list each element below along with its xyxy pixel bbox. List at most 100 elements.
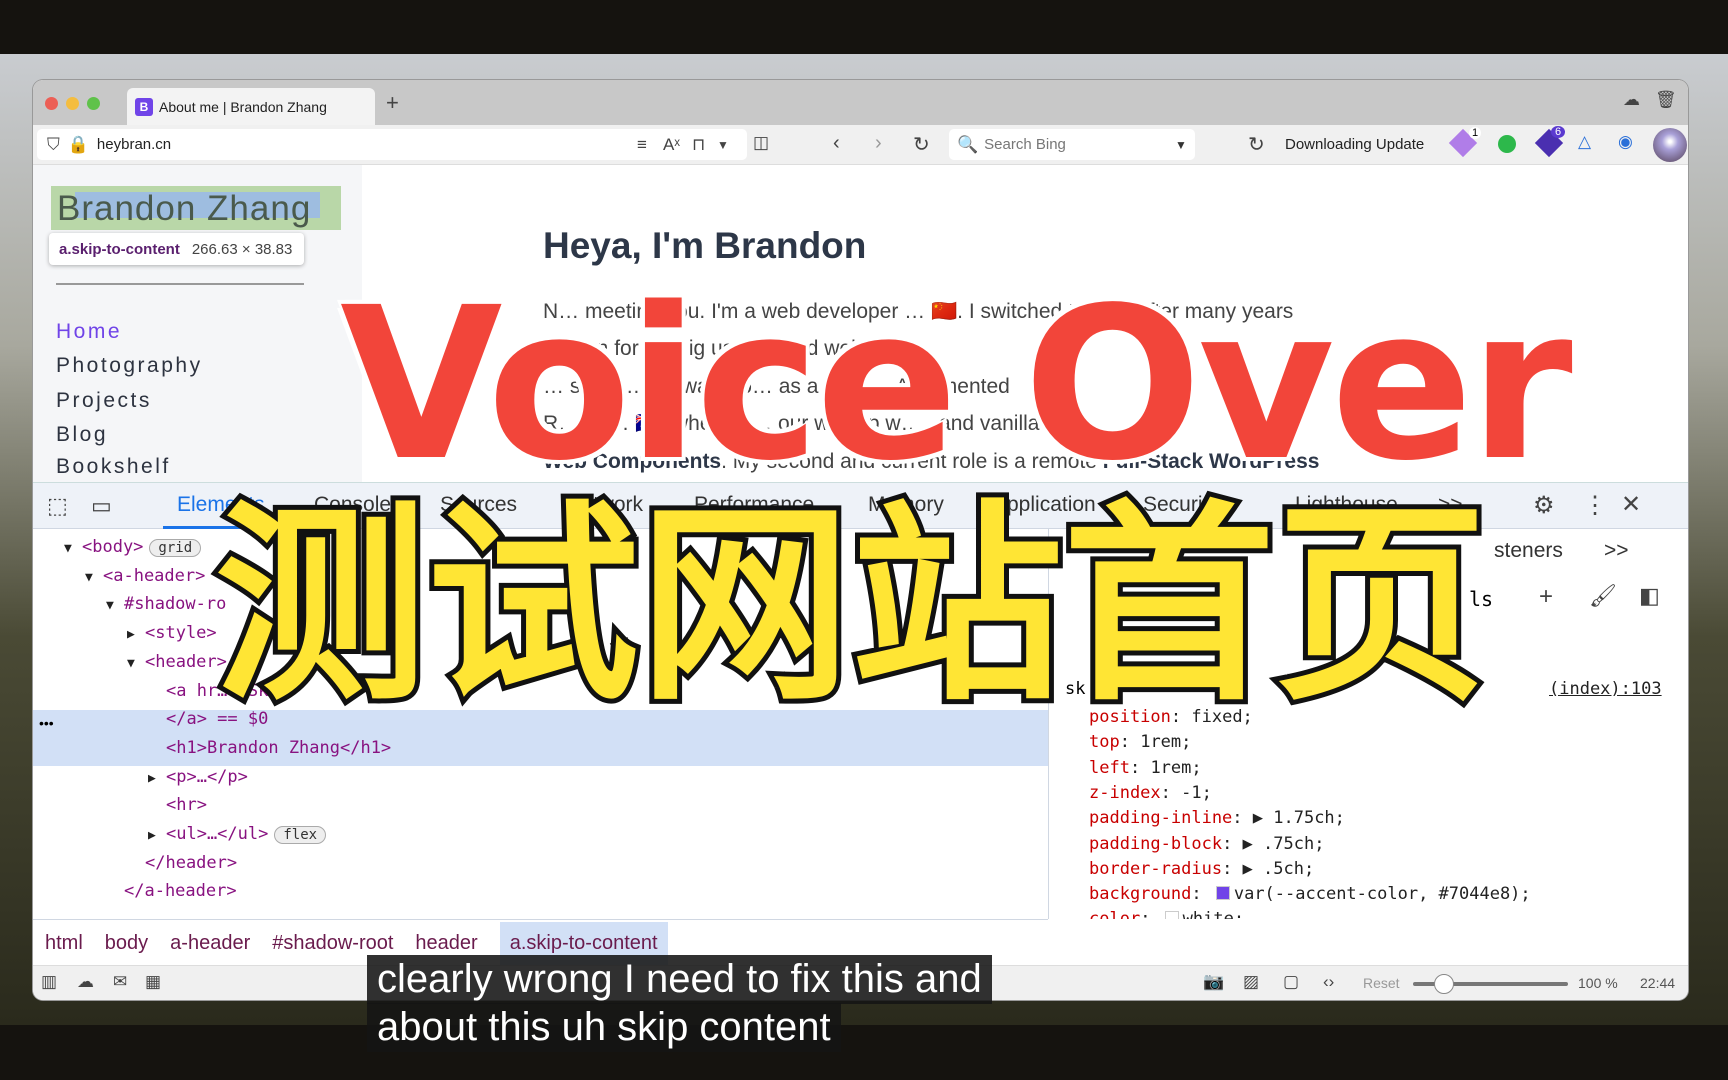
property-value[interactable]: var(--accent-color, #7044e8); bbox=[1234, 884, 1531, 904]
expand-arrow-icon[interactable]: ▼ bbox=[85, 570, 103, 585]
device-toolbar-icon[interactable]: ▭ bbox=[91, 493, 112, 519]
zoom-reset-button[interactable]: Reset bbox=[1363, 975, 1400, 991]
sidebar-icon[interactable]: ▥ bbox=[41, 972, 57, 992]
trash-icon[interactable]: 🗑 bbox=[1655, 90, 1677, 110]
code-icon[interactable]: ‹› bbox=[1323, 972, 1334, 992]
site-name[interactable]: Brandon Zhang bbox=[57, 189, 311, 229]
expand-arrow-icon[interactable]: ▼ bbox=[64, 541, 82, 556]
expand-arrow-icon[interactable]: ▶ bbox=[148, 771, 166, 786]
property-value[interactable]: ▶ .5ch; bbox=[1243, 859, 1315, 879]
tiling-icon[interactable]: ▢ bbox=[1283, 972, 1299, 992]
nav-home[interactable]: Home bbox=[56, 320, 122, 344]
cloud-icon[interactable]: ☁ bbox=[77, 972, 94, 992]
zoom-level: 100 % bbox=[1578, 975, 1618, 991]
avatar[interactable] bbox=[1653, 128, 1687, 162]
zoom-slider-handle[interactable] bbox=[1434, 974, 1454, 994]
expand-arrow-icon[interactable]: ▼ bbox=[106, 598, 124, 613]
expand-arrow-icon[interactable]: ▼ bbox=[127, 656, 145, 671]
close-window-button[interactable] bbox=[45, 97, 58, 110]
dom-node[interactable]: ▶ <p>…</p> bbox=[33, 767, 1048, 795]
more-options-icon[interactable]: ⋮ bbox=[1583, 491, 1607, 520]
node-markup: <ul>…</ul> bbox=[166, 824, 269, 844]
sidebar-toggle-icon[interactable]: ◫ bbox=[753, 133, 769, 153]
style-declaration[interactable]: border-radius: ▶ .5ch; bbox=[1089, 859, 1314, 879]
property-value[interactable]: ▶ .75ch; bbox=[1243, 834, 1325, 854]
nav-bookshelf[interactable]: Bookshelf bbox=[56, 455, 171, 479]
breadcrumb-item[interactable]: body bbox=[105, 932, 148, 955]
reload-icon[interactable]: ↻ bbox=[913, 132, 930, 157]
nav-photography[interactable]: Photography bbox=[56, 354, 203, 378]
breadcrumb-item[interactable]: #shadow-root bbox=[272, 932, 393, 955]
back-icon[interactable]: ‹ bbox=[833, 132, 840, 155]
expand-arrow-icon[interactable]: ▶ bbox=[127, 627, 145, 642]
translate-icon[interactable]: Aˣ bbox=[663, 135, 680, 155]
property-value[interactable]: ▶ 1.75ch; bbox=[1253, 808, 1345, 828]
node-markup: <hr> bbox=[166, 795, 207, 816]
chevron-down-icon[interactable]: ▼ bbox=[717, 138, 729, 152]
url-text: heybran.cn bbox=[96, 136, 172, 153]
breadcrumb-item[interactable]: header bbox=[415, 932, 477, 955]
paint-brush-icon[interactable]: 🖌 bbox=[1589, 583, 1617, 609]
expand-arrow-icon[interactable]: ▶ bbox=[148, 828, 166, 843]
style-declaration[interactable]: padding-inline: ▶ 1.75ch; bbox=[1089, 808, 1345, 828]
dom-node[interactable]: ▶ <ul>…</ul> flex bbox=[33, 824, 1048, 852]
triangle-extension-icon[interactable]: △ bbox=[1578, 132, 1591, 152]
mail-icon[interactable]: ✉ bbox=[113, 972, 127, 992]
colon: : bbox=[1222, 858, 1243, 879]
dom-node[interactable]: </a-header> bbox=[33, 881, 1048, 909]
new-rule-icon[interactable]: + bbox=[1539, 583, 1553, 611]
tab-bar: B About me | Brandon Zhang + ☁ 🗑 bbox=[33, 80, 1688, 125]
property-value[interactable]: white; bbox=[1183, 909, 1244, 919]
image-icon[interactable]: ▨ bbox=[1243, 972, 1259, 992]
screenshot-icon[interactable]: 📷 bbox=[1203, 972, 1224, 992]
style-declaration[interactable]: padding-block: ▶ .75ch; bbox=[1089, 834, 1324, 854]
color-swatch[interactable] bbox=[1215, 886, 1230, 901]
tab-event-listeners[interactable]: steners bbox=[1494, 539, 1563, 563]
layout-badge[interactable]: grid bbox=[149, 539, 202, 557]
tooltip-selector: a.skip-to-content bbox=[59, 240, 180, 258]
colon: : bbox=[1119, 732, 1141, 753]
property-name: z-index bbox=[1089, 782, 1161, 803]
property-value[interactable]: 1rem; bbox=[1150, 758, 1201, 778]
style-declaration[interactable]: color: white; bbox=[1089, 909, 1244, 919]
tab-about-me[interactable]: B About me | Brandon Zhang bbox=[127, 88, 375, 125]
dom-node[interactable]: <hr> bbox=[33, 795, 1048, 823]
style-declaration[interactable]: z-index: -1; bbox=[1089, 783, 1212, 803]
chevron-down-icon[interactable]: ▼ bbox=[1175, 138, 1187, 152]
colon: : bbox=[1129, 757, 1151, 778]
nav-projects[interactable]: Projects bbox=[56, 389, 152, 413]
search-input[interactable]: 🔍 Search Bing ▼ bbox=[949, 129, 1195, 160]
dom-node[interactable]: </header> bbox=[33, 853, 1048, 881]
property-value[interactable]: -1; bbox=[1181, 783, 1212, 803]
colon: : bbox=[1222, 833, 1243, 854]
breadcrumb-item[interactable]: a-header bbox=[170, 932, 250, 955]
nav-blog[interactable]: Blog bbox=[56, 423, 108, 447]
more-tabs-button[interactable]: >> bbox=[1604, 539, 1629, 563]
layout-badge[interactable]: flex bbox=[274, 826, 327, 844]
bookmark-icon[interactable]: ⊓ bbox=[692, 135, 705, 155]
zoom-slider[interactable] bbox=[1413, 974, 1568, 994]
dom-node[interactable]: <h1>Brandon Zhang</h1> bbox=[33, 738, 1048, 766]
minimize-window-button[interactable] bbox=[66, 97, 79, 110]
password-extension-icon[interactable]: ◉ bbox=[1618, 132, 1633, 152]
close-icon[interactable]: ✕ bbox=[1621, 490, 1641, 519]
update-status[interactable]: Downloading Update bbox=[1285, 136, 1424, 153]
zoom-window-button[interactable] bbox=[87, 97, 100, 110]
style-declaration[interactable]: left: 1rem; bbox=[1089, 758, 1202, 778]
property-value[interactable]: 1rem; bbox=[1140, 732, 1191, 752]
reader-icon[interactable]: ≡ bbox=[637, 135, 647, 155]
cloud-icon[interactable]: ☁ bbox=[1623, 90, 1640, 110]
property-name: top bbox=[1089, 732, 1120, 753]
inspect-element-icon[interactable]: ⬚ bbox=[47, 493, 68, 519]
rule-source-link[interactable]: (index):103 bbox=[1549, 679, 1662, 699]
address-bar[interactable]: ⛉ 🔒 heybran.cn ≡ Aˣ ⊓ ▼ bbox=[37, 129, 747, 160]
forward-icon[interactable]: › bbox=[875, 132, 882, 155]
breadcrumb-item[interactable]: html bbox=[45, 932, 83, 955]
style-declaration[interactable]: background: var(--accent-color, #7044e8)… bbox=[1089, 884, 1531, 904]
color-swatch[interactable] bbox=[1164, 911, 1179, 919]
toggle-sidebar-icon[interactable]: ◧ bbox=[1639, 583, 1660, 609]
calendar-icon[interactable]: ▦ bbox=[145, 972, 161, 992]
new-tab-icon[interactable]: + bbox=[386, 90, 399, 116]
play-extension-icon[interactable] bbox=[1498, 135, 1516, 153]
style-declaration[interactable]: top: 1rem; bbox=[1089, 732, 1191, 752]
